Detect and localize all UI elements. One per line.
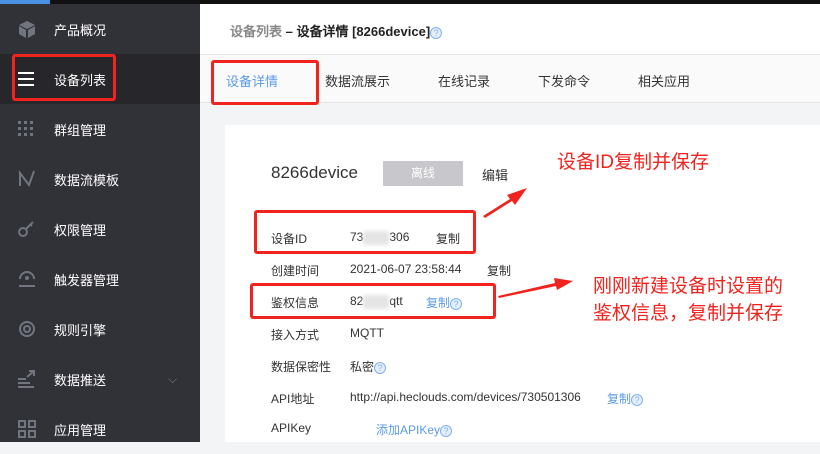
arrow-device-id: [483, 188, 527, 218]
annotation-auth-line2: 鉴权信息，复制并保存: [593, 303, 784, 324]
annotation-arrows: [483, 188, 573, 298]
annotation-device-id: 设备ID复制并保存: [557, 152, 710, 173]
arrow-auth-info: [498, 278, 573, 298]
annotation-auth-line1: 刚刚新建设备时设置的: [593, 276, 784, 297]
